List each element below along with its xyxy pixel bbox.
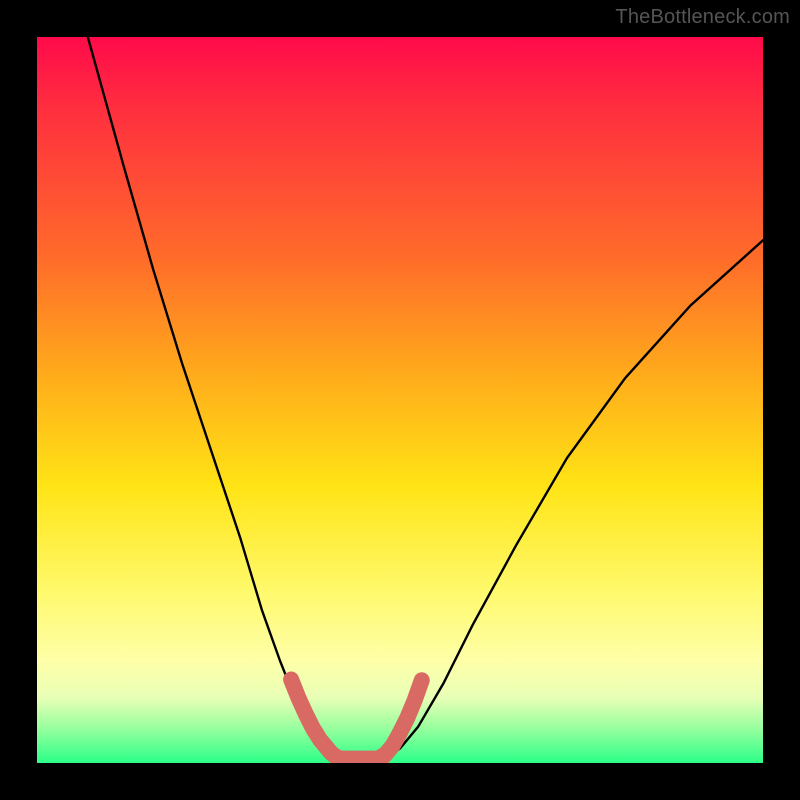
left-curve [88,37,338,759]
watermark-text: TheBottleneck.com [615,6,790,29]
curve-layer [37,37,763,763]
plot-area [37,37,763,763]
chart-stage: TheBottleneck.com [0,0,800,800]
pink-trough-left [291,680,342,759]
pink-trough-right [378,680,422,758]
right-curve [385,240,763,758]
